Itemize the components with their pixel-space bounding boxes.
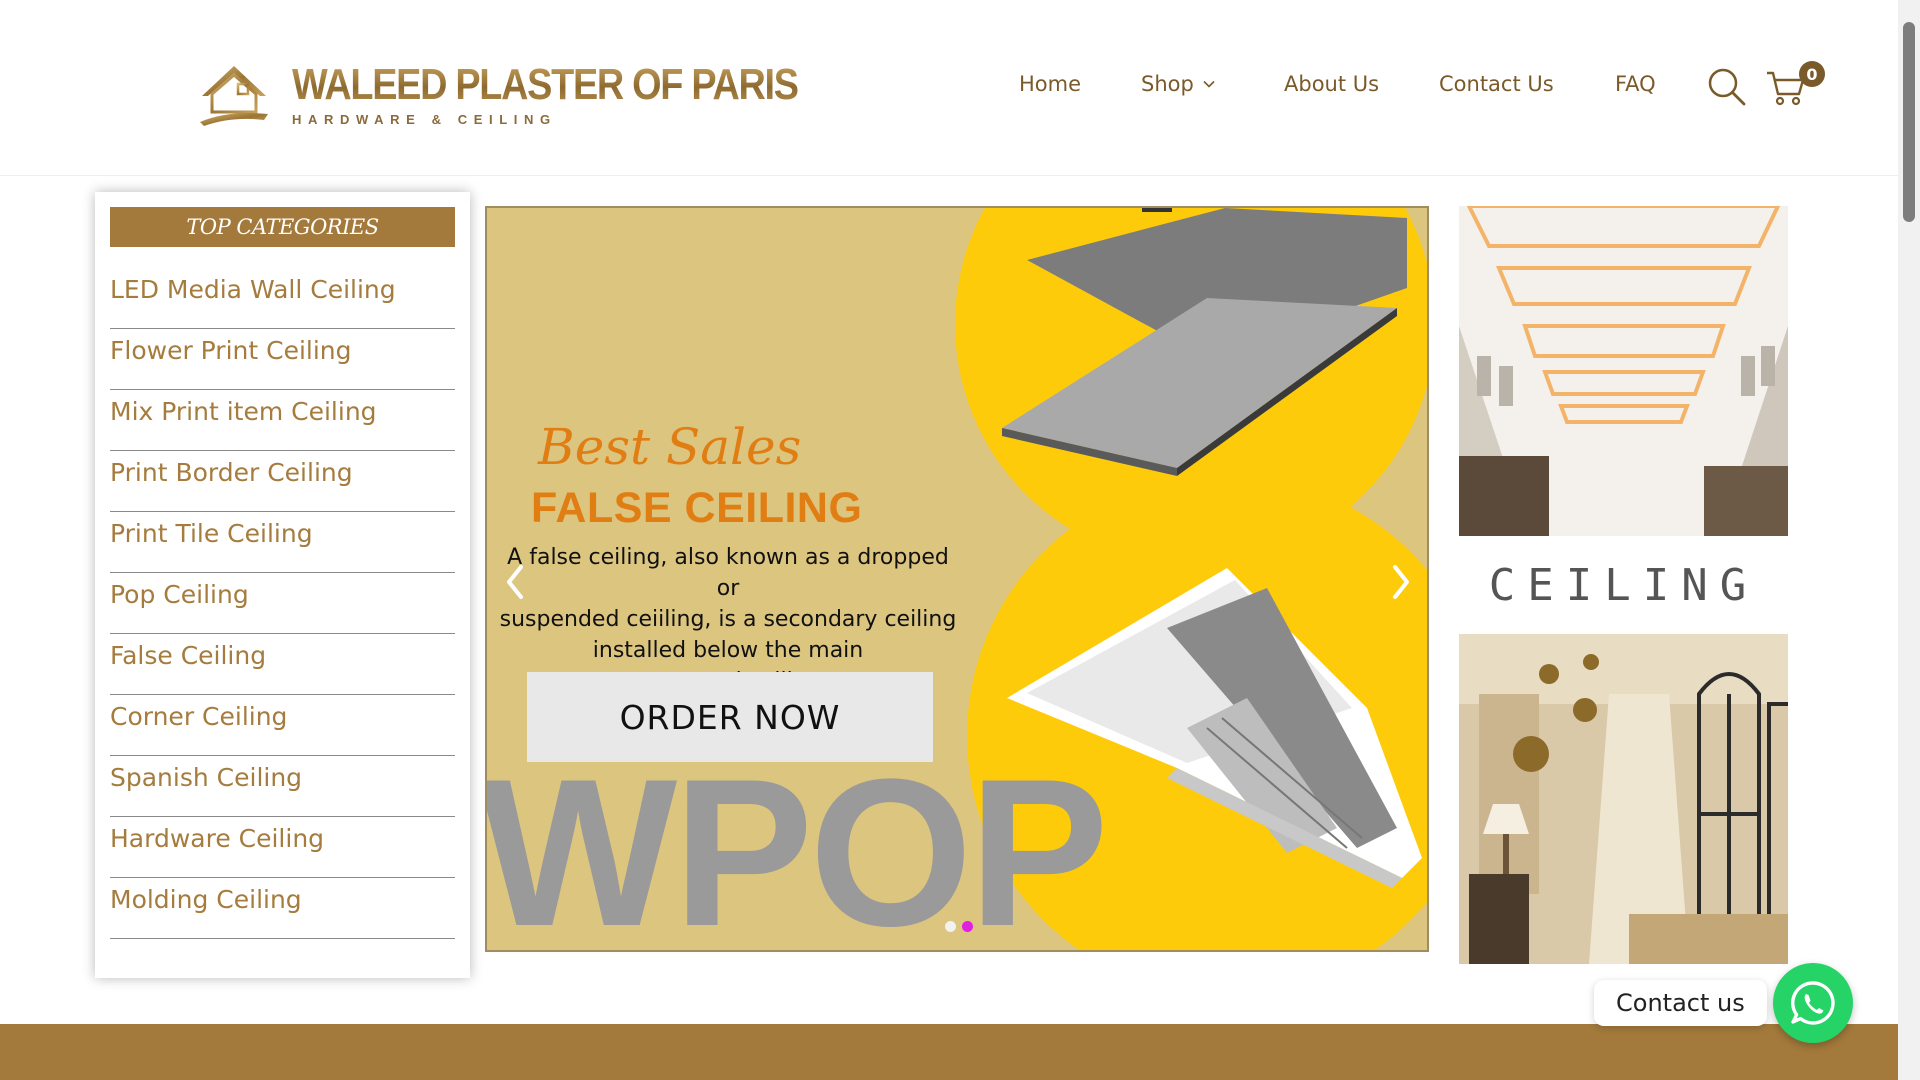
- category-label: Flower Print Ceiling: [110, 336, 352, 365]
- footer-band: [0, 1024, 1898, 1080]
- search-icon[interactable]: [1707, 67, 1747, 107]
- category-label: Mix Print item Ceiling: [110, 397, 377, 426]
- category-label: Print Tile Ceiling: [110, 519, 313, 548]
- whatsapp-button[interactable]: [1773, 963, 1853, 1043]
- category-link[interactable]: Pop Ceiling: [110, 573, 455, 634]
- top-categories-panel: TOP CATEGORIES LED Media Wall Ceiling Fl…: [95, 192, 470, 978]
- logo-subtitle: HARDWARE & CEILING: [292, 112, 557, 127]
- category-link[interactable]: Flower Print Ceiling: [110, 329, 455, 390]
- slide-description-line: installed below the main: [592, 638, 864, 663]
- category-label: Pop Ceiling: [110, 580, 249, 609]
- scrollbar-thumb[interactable]: [1903, 22, 1915, 222]
- ceiling-photo-1[interactable]: [1459, 206, 1788, 536]
- category-link[interactable]: Print Tile Ceiling: [110, 512, 455, 573]
- category-label: LED Media Wall Ceiling: [110, 275, 396, 304]
- nav-shop-label: Shop: [1141, 72, 1194, 96]
- slide-headline: Best Sales: [538, 418, 802, 476]
- category-list: LED Media Wall Ceiling Flower Print Ceil…: [110, 268, 455, 939]
- top-categories-title: TOP CATEGORIES: [110, 207, 455, 247]
- hero-slider[interactable]: Best Sales FALSE CEILING A false ceiling…: [485, 206, 1429, 952]
- house-logo-icon: [200, 66, 268, 126]
- category-label: False Ceiling: [110, 641, 267, 670]
- ceiling-lights-image: [1459, 206, 1788, 536]
- category-link[interactable]: LED Media Wall Ceiling: [110, 268, 455, 329]
- chevron-down-icon: [1203, 80, 1215, 88]
- nav-contact[interactable]: Contact Us: [1439, 72, 1554, 96]
- slide-subheadline: FALSE CEILING: [531, 484, 863, 532]
- page-scrollbar[interactable]: [1898, 0, 1920, 1080]
- whatsapp-icon: [1791, 981, 1835, 1025]
- category-link[interactable]: Spanish Ceiling: [110, 756, 455, 817]
- category-link[interactable]: Corner Ceiling: [110, 695, 455, 756]
- ceiling-photo-2[interactable]: [1459, 634, 1788, 964]
- category-label: Print Border Ceiling: [110, 458, 353, 487]
- hallway-chandelier-image: [1459, 634, 1788, 964]
- category-label: Spanish Ceiling: [110, 763, 303, 792]
- category-link[interactable]: Molding Ceiling: [110, 878, 455, 939]
- slide-description-line: suspended ceiiling, is a secondary ceili…: [499, 607, 957, 632]
- category-label: Corner Ceiling: [110, 702, 288, 731]
- category-link[interactable]: Mix Print item Ceiling: [110, 390, 455, 451]
- category-label: Hardware Ceiling: [110, 824, 325, 853]
- category-label: Molding Ceiling: [110, 885, 302, 914]
- nav-about[interactable]: About Us: [1284, 72, 1379, 96]
- slide-description-line: A false ceiling, also known as a dropped…: [507, 545, 949, 601]
- slider-prev-arrow-icon[interactable]: [503, 563, 527, 601]
- category-link[interactable]: Print Border Ceiling: [110, 451, 455, 512]
- slider-dot-2[interactable]: [962, 921, 973, 932]
- slider-next-arrow-icon[interactable]: [1389, 563, 1413, 601]
- nav-faq[interactable]: FAQ: [1615, 72, 1656, 96]
- ceiling-heading: CEILING: [1488, 560, 1759, 611]
- logo-title: WALEED PLASTER OF PARIS: [292, 60, 799, 109]
- cart-count-badge: 0: [1799, 61, 1825, 87]
- category-link[interactable]: Hardware Ceiling: [110, 817, 455, 878]
- nav-home[interactable]: Home: [1019, 72, 1081, 96]
- slider-dot-1[interactable]: [945, 921, 956, 932]
- site-header: WALEED PLASTER OF PARIS HARDWARE & CEILI…: [0, 0, 1898, 176]
- contact-us-label[interactable]: Contact us: [1594, 980, 1767, 1026]
- slide-watermark: WPOP: [485, 735, 1109, 952]
- nav-shop[interactable]: Shop: [1141, 72, 1216, 96]
- site-logo[interactable]: WALEED PLASTER OF PARIS HARDWARE & CEILI…: [198, 58, 880, 127]
- category-link[interactable]: False Ceiling: [110, 634, 455, 695]
